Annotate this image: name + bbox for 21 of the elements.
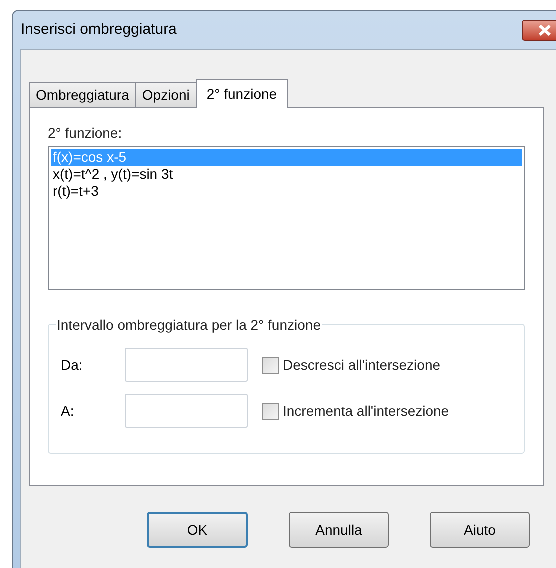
- dialog-button[interactable]: Aiuto: [430, 512, 530, 548]
- checkbox-label: Incrementa all'intersezione: [283, 402, 450, 420]
- list-label: 2° funzione:: [48, 124, 124, 143]
- checkbox[interactable]: [262, 402, 279, 420]
- list-item[interactable]: r(t)=t+3: [51, 183, 522, 200]
- function-listbox[interactable]: f(x)=cos x-5 x(t)=t^2 , y(t)=sin 3t r(t)=t+3: [48, 146, 525, 290]
- window-title: Inserisci ombreggiatura: [21, 20, 177, 40]
- dialog-button[interactable]: Annulla: [289, 512, 389, 548]
- tab[interactable]: 2° funzione: [196, 79, 288, 108]
- dialog-button[interactable]: OK: [147, 512, 248, 548]
- input-field[interactable]: [125, 348, 248, 382]
- checkbox-label: Descresci all'intersezione: [283, 356, 441, 374]
- field-label: Da:: [61, 356, 84, 374]
- tab[interactable]: Opzioni: [135, 82, 197, 107]
- input-field[interactable]: [125, 394, 248, 428]
- tab[interactable]: Ombreggiatura: [29, 82, 136, 107]
- close-icon: [539, 24, 551, 36]
- list-item[interactable]: x(t)=t^2 , y(t)=sin 3t: [51, 166, 522, 183]
- field-label: A:: [61, 402, 76, 420]
- close-button[interactable]: [522, 20, 556, 40]
- checkbox[interactable]: [262, 356, 279, 374]
